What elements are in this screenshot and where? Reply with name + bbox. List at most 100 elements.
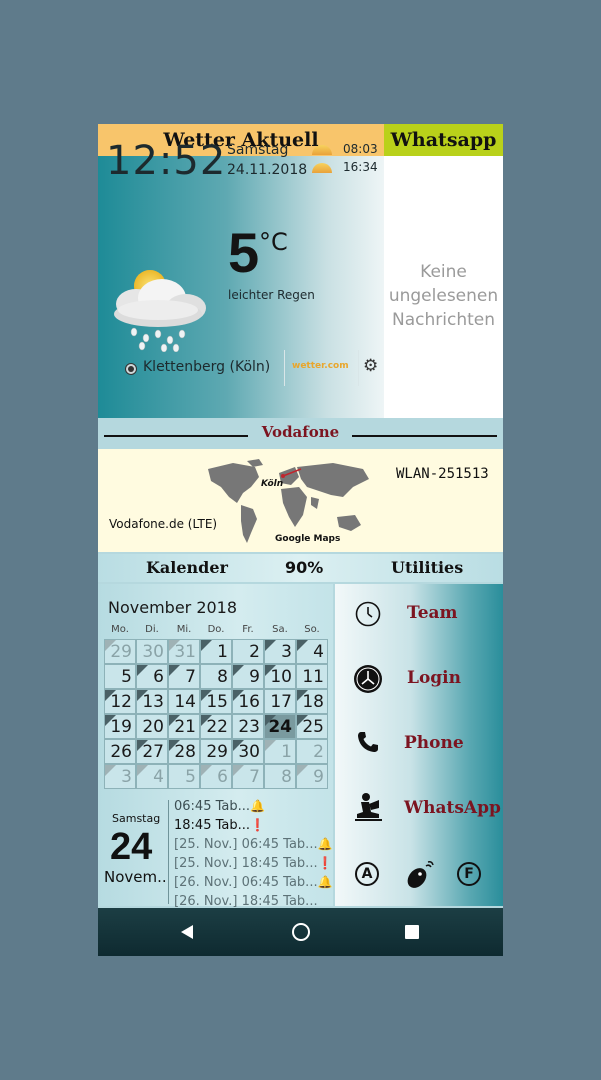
calendar-day[interactable]: 27: [136, 739, 168, 764]
calendar-day[interactable]: 10: [264, 664, 296, 689]
phone-button[interactable]: Phone: [404, 733, 464, 753]
calendar-event[interactable]: 18:45 Tab...❗: [174, 818, 265, 833]
day-number: 11: [302, 667, 324, 687]
calendar-day[interactable]: 26: [104, 739, 136, 764]
location-text[interactable]: Klettenberg (Köln): [143, 359, 270, 375]
calendar-day[interactable]: 21: [168, 714, 200, 739]
calendar-day[interactable]: 29: [200, 739, 232, 764]
event-marker: [265, 740, 276, 751]
calendar-day[interactable]: 18: [296, 689, 328, 714]
calendar-day[interactable]: 13: [136, 689, 168, 714]
recent-apps-icon[interactable]: [405, 925, 419, 939]
calendar-day[interactable]: 25: [296, 714, 328, 739]
weekday-header: Sa.: [272, 624, 288, 635]
clock-time[interactable]: 12:52: [106, 138, 226, 184]
calendar-day[interactable]: 2: [296, 739, 328, 764]
event-marker: [169, 740, 180, 751]
calendar-day[interactable]: 7: [232, 764, 264, 789]
day-number: 5: [185, 767, 196, 787]
home-icon[interactable]: [291, 922, 311, 942]
whatsapp-header[interactable]: Whatsapp: [384, 124, 503, 156]
calendar-day[interactable]: 4: [136, 764, 168, 789]
day-number: 8: [217, 667, 228, 687]
today-month: Novem..: [104, 868, 167, 886]
calendar-day[interactable]: 17: [264, 689, 296, 714]
calendar-month[interactable]: November 2018: [108, 598, 237, 617]
calendar-day[interactable]: 20: [136, 714, 168, 739]
calendar-day[interactable]: 2: [232, 639, 264, 664]
reading-person-icon[interactable]: [353, 792, 383, 822]
calendar-day[interactable]: 3: [264, 639, 296, 664]
event-marker: [137, 765, 148, 776]
event-marker: [201, 765, 212, 776]
mouse-icon[interactable]: [404, 860, 434, 890]
event-marker: [233, 765, 244, 776]
calendar-event[interactable]: 06:45 Tab...🔔: [174, 799, 265, 814]
back-icon[interactable]: [179, 924, 195, 940]
team-button[interactable]: Team: [407, 603, 458, 623]
calendar-day[interactable]: 5: [168, 764, 200, 789]
event-marker: [105, 640, 116, 651]
calendar-day[interactable]: 6: [200, 764, 232, 789]
calendar-day[interactable]: 4: [296, 639, 328, 664]
whatsapp-button[interactable]: WhatsApp: [404, 798, 501, 818]
clock-filled-icon[interactable]: [353, 664, 383, 694]
whatsapp-widget[interactable]: Keine ungelesenen Nachrichten: [384, 156, 503, 418]
login-button[interactable]: Login: [407, 668, 461, 688]
event-marker: [201, 715, 212, 726]
event-marker: [169, 640, 180, 651]
calendar-day[interactable]: 11: [296, 664, 328, 689]
calendar-day[interactable]: 9: [232, 664, 264, 689]
divider: [284, 350, 285, 386]
day-number: 2: [313, 742, 324, 762]
calendar-day[interactable]: 22: [200, 714, 232, 739]
calendar-event[interactable]: [25. Nov.] 06:45 Tab...🔔: [174, 837, 333, 852]
weekday-header: Di.: [145, 624, 159, 635]
calendar-day[interactable]: 8: [200, 664, 232, 689]
calendar-day[interactable]: 9: [296, 764, 328, 789]
a-circle-icon[interactable]: A: [355, 862, 379, 886]
day-number: 5: [121, 667, 132, 687]
calendar-day[interactable]: 16: [232, 689, 264, 714]
calendar-day[interactable]: 1: [200, 639, 232, 664]
clock-outline-icon[interactable]: [355, 601, 381, 627]
phone-icon[interactable]: [356, 730, 380, 754]
calendar-day[interactable]: 14: [168, 689, 200, 714]
calendar-day[interactable]: 15: [200, 689, 232, 714]
weekday-header: So.: [304, 624, 320, 635]
bell-icon: 🔔: [317, 875, 333, 889]
f-circle-icon[interactable]: F: [457, 862, 481, 886]
calendar-day[interactable]: 30: [232, 739, 264, 764]
calendar-day[interactable]: 31: [168, 639, 200, 664]
calendar-day[interactable]: 30: [136, 639, 168, 664]
provider-logo[interactable]: wetter.com: [292, 361, 349, 371]
day-number: 1: [281, 742, 292, 762]
day-number: 4: [153, 767, 164, 787]
calendar-day[interactable]: 8: [264, 764, 296, 789]
day-number: 14: [174, 692, 196, 712]
event-marker: [137, 665, 148, 676]
event-marker: [233, 740, 244, 751]
event-text: 18:45 Tab...: [174, 818, 251, 833]
calendar-day[interactable]: 23: [232, 714, 264, 739]
calendar-day[interactable]: 6: [136, 664, 168, 689]
day-number: 4: [313, 642, 324, 662]
calendar-event[interactable]: [26. Nov.] 18:45 Tab...: [174, 894, 318, 909]
calendar-day[interactable]: 3: [104, 764, 136, 789]
carrier-title: Vodafone: [261, 423, 340, 441]
calendar-day[interactable]: 5: [104, 664, 136, 689]
temperature: 5: [228, 221, 260, 284]
calendar-day[interactable]: 1: [264, 739, 296, 764]
calendar-day[interactable]: 28: [168, 739, 200, 764]
gear-icon[interactable]: ⚙: [363, 356, 378, 376]
calendar-day[interactable]: 24: [264, 714, 296, 739]
calendar-event[interactable]: [26. Nov.] 06:45 Tab...🔔: [174, 875, 333, 890]
calendar-day[interactable]: 29: [104, 639, 136, 664]
calendar-day[interactable]: 19: [104, 714, 136, 739]
battery-level: 90%: [285, 558, 324, 577]
home-screen: Wetter Aktuell Whatsapp 12:52 Samstag 24…: [98, 124, 503, 956]
calendar-day[interactable]: 7: [168, 664, 200, 689]
day-number: 9: [249, 667, 260, 687]
calendar-event[interactable]: [25. Nov.] 18:45 Tab...❗: [174, 856, 333, 871]
calendar-day[interactable]: 12: [104, 689, 136, 714]
